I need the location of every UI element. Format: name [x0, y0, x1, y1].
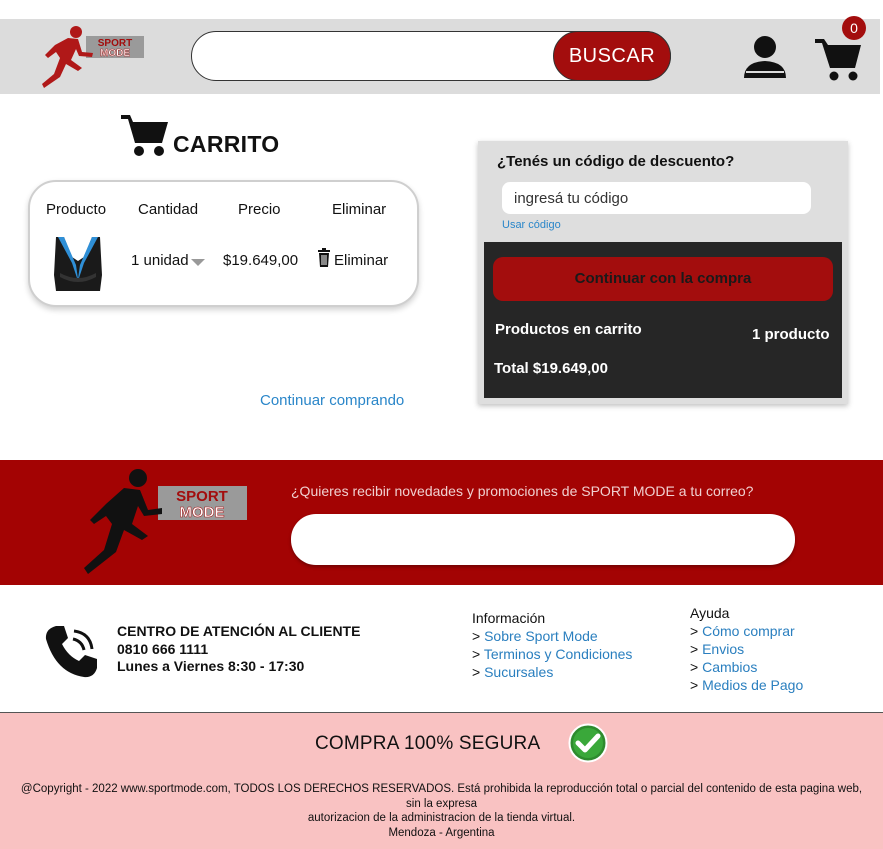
sport-mode-logo[interactable]: SPORT MODE	[38, 22, 148, 92]
link-about[interactable]: Sobre Sport Mode	[484, 628, 598, 644]
copyright-line-3: Mendoza - Argentina	[388, 826, 495, 839]
cart-icon[interactable]	[814, 35, 864, 83]
page: SPORT MODE BUSCAR 0 CARRITO Producto Can	[0, 0, 883, 849]
info-heading: Información	[472, 610, 546, 626]
items-in-cart-label: Productos en carrito	[495, 321, 642, 338]
logo-large-text-bottom: MODE	[180, 504, 225, 521]
help-link-item: > Medios de Pago	[690, 677, 804, 693]
column-header-delete: Eliminar	[332, 201, 387, 218]
continue-shopping-link[interactable]: Continuar comprando	[260, 392, 404, 409]
help-link-item: > Envios	[690, 641, 745, 657]
cart-count-badge: 0	[842, 16, 866, 40]
copyright-line-1: @Copyright - 2022 www.sportmode.com, TOD…	[20, 783, 863, 810]
discount-code-input[interactable]	[502, 182, 811, 214]
logo-large-text-top: SPORT	[176, 488, 228, 505]
column-header-price: Precio	[238, 201, 281, 218]
quantity-select[interactable]: 1 unidad	[131, 252, 189, 269]
use-code-link[interactable]: Usar código	[502, 219, 561, 231]
link-payment-methods[interactable]: Medios de Pago	[702, 677, 803, 693]
copyright-notice: @Copyright - 2022 www.sportmode.com, TOD…	[20, 782, 863, 840]
product-image-sports-bra[interactable]	[50, 235, 106, 293]
info-link-item: > Sobre Sport Mode	[472, 628, 598, 644]
secure-purchase-label: COMPRA 100% SEGURA	[315, 733, 541, 754]
trash-icon[interactable]	[317, 248, 331, 267]
user-account-icon[interactable]	[742, 34, 788, 80]
search-button[interactable]: BUSCAR	[553, 31, 671, 81]
newsletter-prompt: ¿Quieres recibir novedades y promociones…	[291, 483, 754, 499]
link-terms[interactable]: Terminos y Condiciones	[484, 646, 633, 662]
support-phone[interactable]: 0810 666 1111	[117, 641, 360, 659]
cart-title-icon	[121, 115, 168, 156]
page-title: CARRITO	[173, 131, 280, 157]
continue-checkout-button[interactable]: Continuar con la compra	[493, 257, 833, 301]
sport-mode-logo-large: SPORT MODE	[84, 469, 247, 574]
help-heading: Ayuda	[690, 605, 730, 621]
runner-icon	[42, 26, 93, 88]
help-link-item: > Cambios	[690, 659, 758, 675]
support-hours: Lunes a Viernes 8:30 - 17:30	[117, 658, 305, 674]
delete-item-button[interactable]: Eliminar	[334, 252, 388, 269]
support-title: CENTRO DE ATENCIÓN AL CLIENTE	[117, 623, 361, 639]
info-link-item: > Sucursales	[472, 664, 554, 680]
info-link-item: > Terminos y Condiciones	[472, 646, 633, 662]
help-link-item: > Cómo comprar	[690, 623, 795, 639]
logo-text-bottom: MODE	[100, 48, 130, 59]
phone-icon	[45, 626, 97, 678]
link-stores[interactable]: Sucursales	[484, 664, 553, 680]
item-price: $19.649,00	[223, 252, 299, 269]
discount-question: ¿Tenés un código de descuento?	[497, 153, 735, 170]
column-header-quantity: Cantidad	[138, 201, 199, 218]
cart-total: Total $19.649,00	[494, 360, 608, 377]
copyright-line-2: autorizacion de la administracion de la …	[307, 812, 576, 824]
info-links: Información > Sobre Sport Mode > Termino…	[472, 609, 632, 681]
link-how-to-buy[interactable]: Cómo comprar	[702, 623, 795, 639]
customer-service-block: CENTRO DE ATENCIÓN AL CLIENTE 0810 666 1…	[117, 623, 360, 676]
help-links: Ayuda > Cómo comprar > Envios > Cambios …	[690, 604, 803, 694]
chevron-down-icon[interactable]	[191, 259, 205, 266]
link-shipping[interactable]: Envios	[702, 641, 744, 657]
check-icon	[568, 723, 608, 763]
newsletter-email-input[interactable]	[291, 514, 795, 565]
header: SPORT MODE BUSCAR	[0, 19, 880, 94]
runner-icon-large	[84, 469, 162, 574]
items-in-cart-count: 1 producto	[752, 326, 830, 343]
column-header-product: Producto	[46, 201, 107, 218]
link-returns[interactable]: Cambios	[702, 659, 757, 675]
